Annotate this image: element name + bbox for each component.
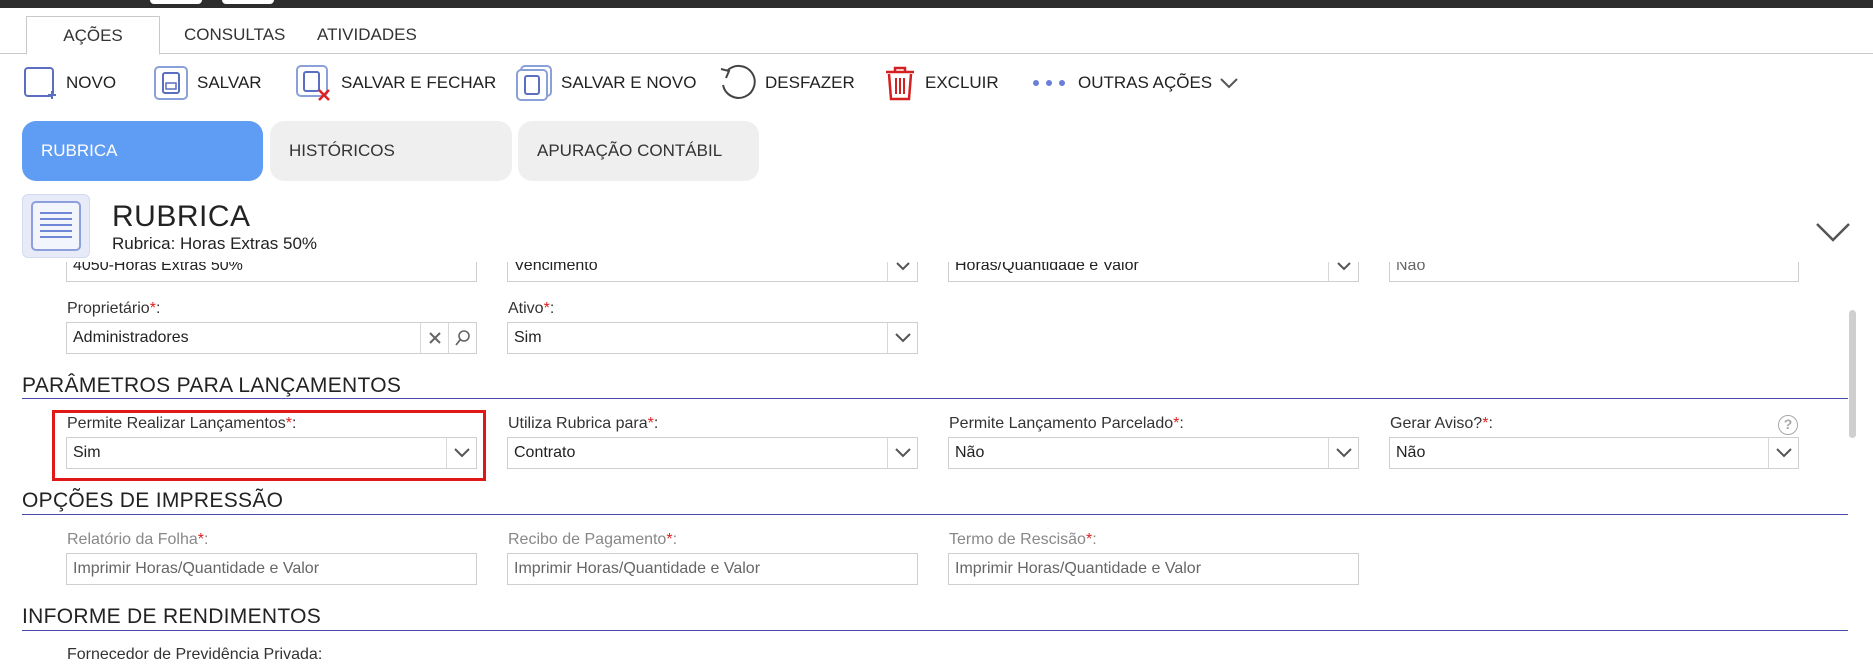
save-close-icon [296,65,330,101]
relatorio-folha-field: Imprimir Horas/Quantidade e Valor [66,553,477,585]
page-title: RUBRICA [112,200,251,233]
section-divider [22,514,1848,515]
salvar-novo-button[interactable]: SALVAR E NOVO [515,64,696,102]
tab-acoes[interactable]: AÇÕES [26,16,160,55]
window-top-bar [0,0,1873,8]
permite-parcelado-value: Não [955,444,985,461]
chevron-down-icon [1220,78,1238,89]
scrolled-field-row: 4050-Horas Extras 50% Vencimento Horas/Q… [0,262,1873,284]
clipped-field-4[interactable]: Não [1389,262,1799,282]
tipo-value: Vencimento [514,262,598,274]
gerar-aviso-select[interactable]: Não [1389,437,1799,469]
impressao-value: Horas/Quantidade e Valor [955,262,1139,274]
save-icon [154,66,188,100]
vertical-scrollbar[interactable] [1849,310,1856,438]
termo-rescisao-value: Imprimir Horas/Quantidade e Valor [955,560,1202,577]
tab-atividades[interactable]: ATIVIDADES [295,16,439,54]
ativo-value: Sim [514,329,542,346]
ribbon-tab-bar: AÇÕES CONSULTAS ATIVIDADES [0,14,1873,55]
action-toolbar: NOVO SALVAR SALVAR E FECHAR SALVAR E NOV… [0,58,1873,106]
utiliza-rubrica-value: Contrato [514,444,576,461]
undo-icon [720,64,756,99]
chevron-down-icon[interactable] [887,438,917,468]
salvar-fechar-label: SALVAR E FECHAR [341,73,497,92]
tab-consultas[interactable]: CONSULTAS [162,16,307,54]
save-new-icon [516,65,552,101]
novo-button[interactable]: NOVO [22,64,116,102]
excluir-label: EXCLUIR [925,73,999,92]
outras-acoes-label: OUTRAS AÇÕES [1078,73,1213,92]
fornecedor-previdencia-label: Fornecedor de Previdência Privada: [67,646,323,663]
tipo-select[interactable]: Vencimento [507,262,918,282]
highlight-box [52,410,486,481]
utiliza-rubrica-label: Utiliza Rubrica para*: [508,415,659,432]
salvar-button[interactable]: SALVAR [153,64,262,102]
section-title-impressao: OPÇÕES DE IMPRESSÃO [22,489,284,512]
section-divider [22,398,1848,399]
collapse-chevron-icon[interactable] [1814,220,1852,244]
tab-apuracao-contabil[interactable]: APURAÇÃO CONTÁBIL [518,121,759,181]
novo-label: NOVO [66,73,117,92]
section-divider [22,630,1848,631]
chevron-down-icon[interactable] [887,323,917,353]
codigo-field[interactable]: 4050-Horas Extras 50% [66,262,477,282]
salvar-fechar-button[interactable]: SALVAR E FECHAR [295,64,496,102]
section-title-parametros: PARÂMETROS PARA LANÇAMENTOS [22,374,402,397]
recibo-pagamento-value: Imprimir Horas/Quantidade e Valor [514,560,761,577]
page-subtitle: Rubrica: Horas Extras 50% [112,234,318,253]
chevron-down-icon[interactable] [1768,438,1798,468]
search-icon[interactable] [448,323,476,353]
gerar-aviso-label: Gerar Aviso?*: [1390,415,1493,432]
utiliza-rubrica-select[interactable]: Contrato [507,437,918,469]
clipped-field-4-value: Não [1396,262,1426,274]
proprietario-label: Proprietário*: [67,300,161,317]
chevron-down-icon[interactable] [1328,262,1358,281]
ativo-label: Ativo*: [508,300,555,317]
new-document-icon [24,67,56,99]
gerar-aviso-value: Não [1396,444,1426,461]
relatorio-folha-value: Imprimir Horas/Quantidade e Valor [73,560,320,577]
chevron-down-icon[interactable] [887,262,917,281]
top-bar-tab-nub [222,0,274,4]
permite-parcelado-label: Permite Lançamento Parcelado*: [949,415,1184,432]
clear-icon[interactable] [420,323,448,353]
excluir-button[interactable]: EXCLUIR [883,64,999,102]
salvar-novo-label: SALVAR E NOVO [561,73,697,92]
chevron-down-icon[interactable] [1328,438,1358,468]
help-icon[interactable]: ? [1778,415,1798,435]
recibo-pagamento-field: Imprimir Horas/Quantidade e Valor [507,553,918,585]
trash-icon [886,66,914,101]
relatorio-folha-label: Relatório da Folha*: [67,531,209,548]
proprietario-value: Administradores [73,329,189,346]
impressao-select[interactable]: Horas/Quantidade e Valor [948,262,1359,282]
ativo-select[interactable]: Sim [507,322,918,354]
tab-historicos[interactable]: HISTÓRICOS [270,121,512,181]
recibo-pagamento-label: Recibo de Pagamento*: [508,531,678,548]
salvar-label: SALVAR [197,73,262,92]
outras-acoes-button[interactable]: OUTRAS AÇÕES [1030,64,1248,102]
document-list-icon [22,194,90,258]
section-title-rendimentos: INFORME DE RENDIMENTOS [22,605,322,628]
codigo-value: 4050-Horas Extras 50% [73,262,243,274]
permite-parcelado-select[interactable]: Não [948,437,1359,469]
tab-rubrica[interactable]: RUBRICA [22,121,263,181]
record-header: RUBRICA Rubrica: Horas Extras 50% [22,194,1852,264]
desfazer-button[interactable]: DESFAZER [717,64,855,102]
desfazer-label: DESFAZER [765,73,855,92]
top-bar-tab-nub [150,0,202,4]
termo-rescisao-field: Imprimir Horas/Quantidade e Valor [948,553,1359,585]
more-dots-icon [1033,80,1065,86]
proprietario-field[interactable]: Administradores [66,322,477,354]
termo-rescisao-label: Termo de Rescisão*: [949,531,1097,548]
